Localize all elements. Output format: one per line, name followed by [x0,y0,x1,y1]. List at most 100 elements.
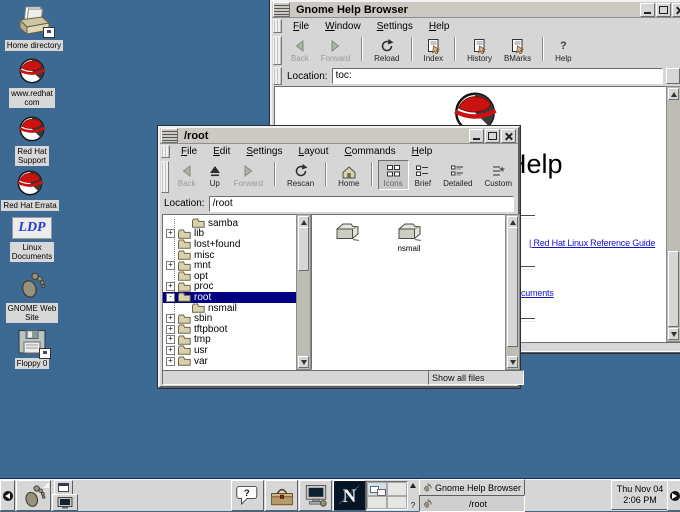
tree-item-mnt[interactable]: + mnt [163,260,297,271]
tree-expander[interactable]: + [166,261,175,270]
location-input[interactable]: toc: [332,68,663,84]
tree-item-root-selected[interactable]: - root [163,292,297,303]
tree-item-samba[interactable]: samba [163,218,297,229]
reference-guide-link[interactable]: | Red Hat Linux Reference Guide [529,238,655,248]
maximize-button[interactable] [485,129,500,143]
bmarks-button[interactable]: BMarks [498,35,537,65]
brief-view-button[interactable]: Brief [409,160,437,190]
tree-item-var[interactable]: + var [163,356,297,367]
forward-button[interactable]: Forward [315,35,356,65]
drag-handle[interactable] [273,36,282,65]
window-menu-icon[interactable] [273,2,290,17]
desk-guide-controls[interactable]: ? [407,481,419,512]
panel-hide-left-button[interactable] [0,480,15,511]
tree-scrollbar[interactable] [296,214,311,370]
menu-layout[interactable]: Layout [291,145,337,158]
reload-button[interactable]: Reload [368,35,405,65]
file-label[interactable]: nsmail [386,244,432,253]
index-button[interactable]: Index [418,35,450,65]
tree-item-misc[interactable]: misc [163,250,297,261]
desk-guide-desktop[interactable] [367,496,387,510]
folder-icon-nsmail[interactable] [396,221,422,241]
desktop-icon-redhat-support[interactable]: Red HatSupport [4,113,60,166]
desk-guide-help-icon[interactable]: ? [411,501,415,510]
tree-expander[interactable]: + [166,346,175,355]
drag-handle[interactable] [273,19,282,33]
scroll-down-arrow[interactable] [298,356,309,368]
up-button[interactable]: Up [202,160,228,190]
config-tool-launcher[interactable] [265,480,298,511]
desktop-icon-home-directory[interactable]: Home directory [6,5,62,51]
mini-monitor-applet[interactable] [52,494,78,511]
files-scrollbar[interactable] [505,214,520,370]
tree-item-lib[interactable]: + lib [163,229,297,240]
documents-link[interactable]: cuments [521,288,554,298]
menu-settings[interactable]: Settings [238,145,290,158]
tree-item-tftpboot[interactable]: + tftpboot [163,324,297,335]
fm-titlebar[interactable]: /root [160,128,518,144]
window-menu-icon[interactable] [161,128,178,143]
menu-window[interactable]: Window [317,20,369,33]
menu-edit[interactable]: Edit [205,145,238,158]
tree-item-sbin[interactable]: + sbin [163,313,297,324]
clock-applet[interactable]: Thu Nov 04 2:06 PM [611,480,669,510]
menu-settings[interactable]: Settings [369,20,421,33]
tree-item-opt[interactable]: opt [163,271,297,282]
tree-expander[interactable]: + [166,325,175,334]
scroll-down-arrow[interactable] [507,356,518,368]
tree-item-lost-found[interactable]: lost+found [163,239,297,250]
location-dropdown-button[interactable] [666,68,680,84]
drag-handle[interactable] [161,145,170,158]
netscape-launcher[interactable]: N [333,480,366,511]
panel-hide-right-button[interactable] [667,480,680,511]
main-menu-button[interactable] [16,480,51,511]
terminal-launcher[interactable] [299,480,332,511]
scrollbar-thumb[interactable] [507,227,518,347]
task-button-root[interactable]: /root [419,495,525,512]
menu-commands[interactable]: Commands [337,145,404,158]
custom-view-button[interactable]: Custom [478,160,518,190]
scroll-down-arrow[interactable] [668,328,679,340]
forward-button[interactable]: Forward [228,160,269,190]
desktop-icon-floppy-0[interactable]: Floppy 0 [4,329,60,369]
rescan-button[interactable]: Rescan [281,160,320,190]
help-titlebar[interactable]: Gnome Help Browser [272,2,680,18]
desktop-icon-gnome-web-site[interactable]: GNOME WebSite [4,270,60,323]
tree-item-usr[interactable]: + usr [163,345,297,356]
desk-guide-active-desktop[interactable] [367,482,387,496]
back-button[interactable]: Back [172,160,202,190]
maximize-button[interactable] [656,3,671,17]
drag-handle[interactable] [273,67,282,85]
help-button[interactable]: ? Help [549,35,577,65]
tree-expander[interactable]: + [166,314,175,323]
tree-item-nsmail[interactable]: nsmail [163,303,297,314]
desk-guide-desktop[interactable] [387,482,407,496]
close-button[interactable] [672,3,680,17]
location-input[interactable]: /root [209,196,514,212]
desktop-icon-www-redhat-com[interactable]: www.redhatcom [4,55,60,108]
scroll-up-arrow[interactable] [668,88,679,100]
tree-expander[interactable]: + [166,282,175,291]
minimize-button[interactable] [469,129,484,143]
task-button-help-browser[interactable]: Gnome Help Browser [419,479,525,496]
folder-icon[interactable] [334,221,360,241]
scrollbar-thumb[interactable] [298,227,309,271]
close-button[interactable] [501,129,516,143]
menu-file[interactable]: File [285,20,317,33]
tree-expander[interactable]: + [166,229,175,238]
tree-item-tmp[interactable]: + tmp [163,335,297,346]
desktop-icon-ldp[interactable]: LDP LinuxDocuments [4,217,60,262]
home-button[interactable]: Home [332,160,365,190]
desk-guide-arrow-icon[interactable] [410,483,416,488]
tree-item-proc[interactable]: + proc [163,282,297,293]
tree-expander[interactable]: - [166,293,175,302]
history-button[interactable]: History [461,35,498,65]
desk-guide-pager[interactable] [366,481,408,510]
menu-help[interactable]: Help [404,145,441,158]
desk-guide-desktop[interactable] [387,496,407,510]
tree-expander[interactable]: + [166,335,175,344]
help-launcher[interactable]: ? [231,480,264,511]
minimize-button[interactable] [640,3,655,17]
detailed-view-button[interactable]: Detailed [437,160,478,190]
scrollbar-thumb[interactable] [668,251,679,327]
